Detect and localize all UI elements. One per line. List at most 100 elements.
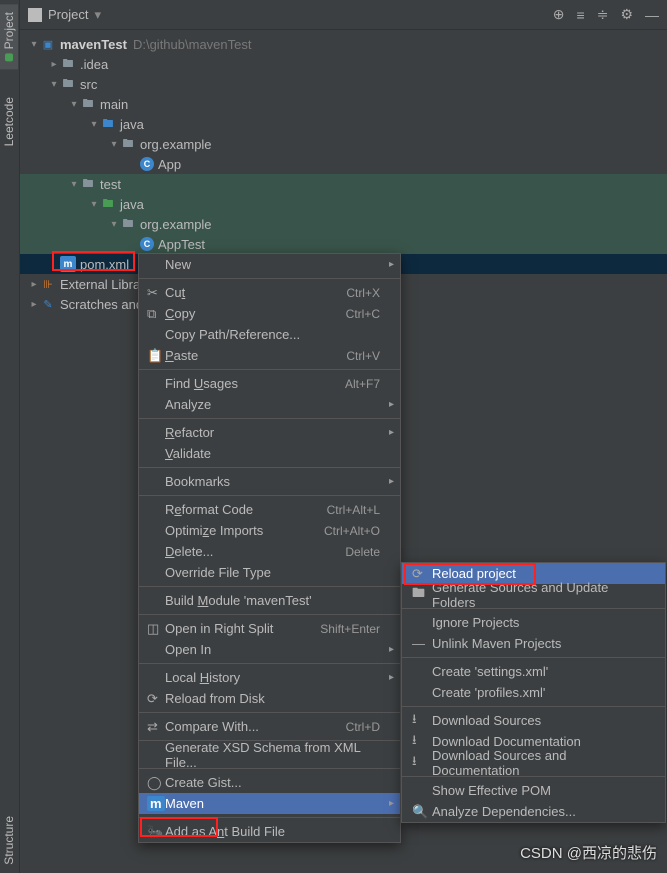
menu-label: Download Sources — [432, 713, 645, 728]
menu-copy[interactable]: ⧉CopyCtrl+C — [139, 303, 400, 324]
menu-reload-disk[interactable]: ⟳Reload from Disk — [139, 688, 400, 709]
expand-icon[interactable]: ≡ — [577, 7, 585, 23]
chevron-right-icon[interactable]: ▸ — [48, 59, 60, 70]
menu-separator — [139, 278, 400, 279]
menu-reformat[interactable]: Reformat CodeCtrl+Alt+L — [139, 499, 400, 520]
chevron-right-icon[interactable]: ▸ — [28, 279, 40, 290]
maven-submenu: ⟳Reload project 🖿Generate Sources and Up… — [401, 562, 666, 823]
menu-label: Optimize Imports — [165, 523, 324, 538]
submenu-dl-both[interactable]: ⭳Download Sources and Documentation — [402, 752, 665, 773]
menu-label: Maven — [165, 796, 380, 811]
menu-separator — [139, 418, 400, 419]
chevron-right-icon: ▸ — [389, 644, 394, 655]
menu-shortcut: Shift+Enter — [320, 622, 380, 636]
tree-root[interactable]: ▾ ▣ mavenTest D:\github\mavenTest — [20, 34, 667, 54]
menu-separator — [139, 712, 400, 713]
menu-open-in[interactable]: Open In ▸ — [139, 639, 400, 660]
menu-paste[interactable]: 📋PasteCtrl+V — [139, 345, 400, 366]
menu-create-gist[interactable]: ◯Create Gist... — [139, 772, 400, 793]
menu-local-history[interactable]: Local History▸ — [139, 667, 400, 688]
menu-label: Create Gist... — [165, 775, 380, 790]
module-icon: ▣ — [40, 36, 56, 52]
paste-icon: 📋 — [147, 348, 165, 364]
menu-delete[interactable]: Delete...Delete — [139, 541, 400, 562]
menu-optimize[interactable]: Optimize ImportsCtrl+Alt+O — [139, 520, 400, 541]
tree-apptest[interactable]: C AppTest — [20, 234, 667, 254]
menu-open-split[interactable]: ◫Open in Right SplitShift+Enter — [139, 618, 400, 639]
menu-label: Reformat Code — [165, 502, 327, 517]
menu-analyze[interactable]: Analyze▸ — [139, 394, 400, 415]
minimize-icon[interactable]: — — [645, 7, 659, 23]
left-tab-structure[interactable]: Structure — [0, 808, 18, 873]
menu-shortcut: Ctrl+C — [346, 307, 380, 321]
menu-maven[interactable]: mMaven▸ — [139, 793, 400, 814]
menu-label: Refactor — [165, 425, 380, 440]
tree-path: D:\github\mavenTest — [133, 37, 252, 52]
menu-build-module[interactable]: Build Module 'mavenTest' — [139, 590, 400, 611]
tree-pkg-main[interactable]: ▾ 🖿 org.example — [20, 134, 667, 154]
submenu-create-settings[interactable]: Create 'settings.xml' — [402, 661, 665, 682]
left-tab-project[interactable]: Project — [0, 4, 18, 69]
chevron-down-icon[interactable]: ▾ — [68, 99, 80, 110]
menu-label: Analyze Dependencies... — [432, 804, 645, 819]
menu-gen-xsd[interactable]: Generate XSD Schema from XML File... — [139, 744, 400, 765]
menu-override-ft[interactable]: Override File Type — [139, 562, 400, 583]
menu-copy-path[interactable]: Copy Path/Reference... — [139, 324, 400, 345]
chevron-right-icon: ▸ — [389, 259, 394, 270]
chevron-down-icon[interactable]: ▾ — [68, 179, 80, 190]
menu-label: New — [165, 257, 380, 272]
menu-refactor[interactable]: Refactor▸ — [139, 422, 400, 443]
chevron-down-icon[interactable]: ▾ — [88, 199, 100, 210]
menu-shortcut: Ctrl+Alt+L — [327, 503, 380, 517]
menu-add-ant[interactable]: 🐜Add as Ant Build File — [139, 821, 400, 842]
project-panel-icon — [28, 8, 42, 22]
menu-bookmarks[interactable]: Bookmarks▸ — [139, 471, 400, 492]
chevron-down-icon[interactable]: ▾ — [108, 219, 120, 230]
tree-test[interactable]: ▾ 🖿 test — [20, 174, 667, 194]
tree-pkg-test[interactable]: ▾ 🖿 org.example — [20, 214, 667, 234]
menu-new[interactable]: New ▸ — [139, 254, 400, 275]
menu-label: Create 'settings.xml' — [432, 664, 645, 679]
chevron-down-icon[interactable]: ▾ — [48, 79, 60, 90]
submenu-gen-sources[interactable]: 🖿Generate Sources and Update Folders — [402, 584, 665, 605]
menu-cut[interactable]: ✂CutCtrl+X — [139, 282, 400, 303]
tree-java-test[interactable]: ▾ 🖿 java — [20, 194, 667, 214]
chevron-down-icon[interactable]: ▾ — [88, 119, 100, 130]
menu-label: Delete... — [165, 544, 345, 559]
submenu-unlink[interactable]: —Unlink Maven Projects — [402, 633, 665, 654]
tree-label: org.example — [140, 137, 212, 152]
menu-label: Generate XSD Schema from XML File... — [165, 740, 380, 770]
menu-find-usages[interactable]: Find UsagesAlt+F7 — [139, 373, 400, 394]
submenu-ignore[interactable]: Ignore Projects — [402, 612, 665, 633]
gear-icon[interactable]: ⚙ — [620, 6, 633, 23]
tree-idea[interactable]: ▸ 🖿 .idea — [20, 54, 667, 74]
menu-label: Bookmarks — [165, 474, 380, 489]
tree-app[interactable]: C App — [20, 154, 667, 174]
collapse-icon[interactable]: ≑ — [597, 6, 609, 23]
tree-java-main[interactable]: ▾ 🖿 java — [20, 114, 667, 134]
tree-main[interactable]: ▾ 🖿 main — [20, 94, 667, 114]
tree-label: External Libraries — [60, 277, 140, 292]
submenu-analyze-deps[interactable]: 🔍Analyze Dependencies... — [402, 801, 665, 822]
left-tab-label: Project — [2, 12, 16, 49]
dropdown-icon[interactable]: ▾ — [94, 7, 101, 23]
tree-label: main — [100, 97, 128, 112]
menu-label: Show Effective POM — [432, 783, 645, 798]
menu-compare[interactable]: ⇄Compare With...Ctrl+D — [139, 716, 400, 737]
class-icon: C — [140, 237, 154, 251]
chevron-down-icon[interactable]: ▾ — [28, 39, 40, 50]
submenu-show-pom[interactable]: Show Effective POM — [402, 780, 665, 801]
maven-icon: m — [60, 256, 76, 272]
tree-label: Scratches and Consoles — [60, 297, 140, 312]
submenu-create-profiles[interactable]: Create 'profiles.xml' — [402, 682, 665, 703]
tree-src[interactable]: ▾ 🖿 src — [20, 74, 667, 94]
reload-icon: ⟳ — [412, 566, 432, 582]
chevron-right-icon[interactable]: ▸ — [28, 299, 40, 310]
submenu-dl-sources[interactable]: ⭳Download Sources — [402, 710, 665, 731]
menu-validate[interactable]: Validate — [139, 443, 400, 464]
menu-label: Open In — [165, 642, 380, 657]
target-icon[interactable]: ⊕ — [553, 6, 565, 23]
chevron-down-icon[interactable]: ▾ — [108, 139, 120, 150]
topbar-title[interactable]: Project — [48, 7, 88, 22]
left-tab-leetcode[interactable]: Leetcode — [0, 89, 18, 154]
